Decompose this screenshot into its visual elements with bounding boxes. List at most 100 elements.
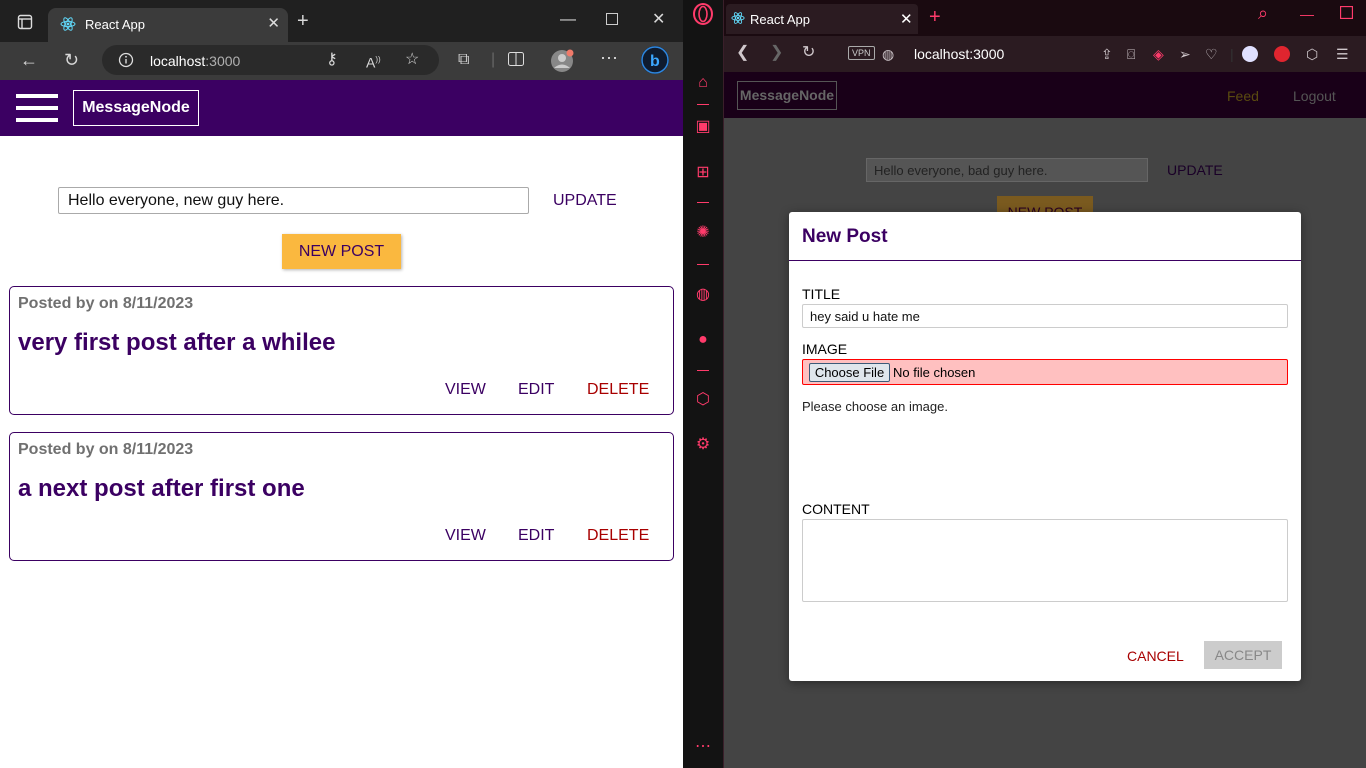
divider: | <box>1230 46 1234 62</box>
bing-icon[interactable]: b <box>640 45 670 80</box>
post-card: Posted by on 8/11/2023 a next post after… <box>9 432 674 561</box>
title-input[interactable] <box>802 304 1288 328</box>
image-file-input[interactable]: Choose File No file chosen <box>802 359 1288 385</box>
cube-icon[interactable]: ⬡ <box>693 390 713 410</box>
messenger-icon[interactable]: ◍ <box>693 285 713 305</box>
opera-logo-icon[interactable] <box>692 3 714 30</box>
split-screen-icon[interactable] <box>508 52 524 70</box>
edit-button[interactable]: EDIT <box>518 381 554 399</box>
new-tab-icon[interactable]: + <box>929 6 941 29</box>
window-close-icon[interactable]: ✕ <box>652 12 665 28</box>
content-label: CONTENT <box>802 501 870 517</box>
image-hint: Please choose an image. <box>802 399 948 414</box>
react-icon <box>731 11 745 30</box>
divider: | <box>491 51 496 68</box>
post-card: Posted by on 8/11/2023 very first post a… <box>9 286 674 415</box>
read-aloud-icon[interactable]: A)) <box>366 52 381 71</box>
view-button[interactable]: VIEW <box>445 527 486 545</box>
search-tabs-icon[interactable]: ⌕ <box>1258 3 1268 24</box>
more-icon[interactable]: ⋯ <box>693 737 713 757</box>
left-browser-window: React App ✕ + — ✕ ← ↻ localhost:3000 ⚷ A… <box>0 0 683 768</box>
right-browser-window: ⌂ ▣ ⊞ ✺ ◍ ● ⬡ ⚙ ⋯ React App ✕ + ⌕ — ✕ ❮ … <box>683 0 1366 768</box>
app-logo[interactable]: MessageNode <box>73 90 199 126</box>
minimize-icon[interactable]: — <box>1300 6 1314 22</box>
url-text[interactable]: localhost:3000 <box>914 46 1004 62</box>
status-input[interactable] <box>58 187 529 214</box>
accept-button[interactable]: ACCEPT <box>1204 641 1282 669</box>
address-bar[interactable]: localhost:3000 ⚷ A)) ☆ <box>102 45 439 75</box>
back-icon[interactable]: ❮ <box>736 45 749 61</box>
stop-extension-icon[interactable] <box>1274 46 1290 62</box>
back-icon[interactable]: ← <box>20 51 38 69</box>
new-post-button[interactable]: NEW POST <box>282 234 401 269</box>
modal-title: New Post <box>802 226 888 247</box>
chatgpt-icon[interactable]: ✺ <box>693 223 713 243</box>
edit-button[interactable]: EDIT <box>518 527 554 545</box>
extensions-icon[interactable]: ⬡ <box>1306 47 1318 61</box>
settings-icon[interactable]: ⚙ <box>693 435 713 455</box>
forward-icon[interactable]: ❯ <box>770 45 783 61</box>
easy-setup-icon[interactable]: ☰ <box>1336 47 1349 61</box>
menu-toggle-icon[interactable] <box>16 92 58 124</box>
new-tab-icon[interactable]: + <box>297 11 309 31</box>
react-icon <box>60 16 76 37</box>
favorite-icon[interactable]: ☆ <box>405 52 419 68</box>
update-status-button[interactable]: UPDATE <box>1167 162 1223 178</box>
delete-button[interactable]: DELETE <box>587 381 649 399</box>
adblock-icon[interactable] <box>1242 46 1258 62</box>
tab-title: React App <box>750 12 810 27</box>
post-meta: Posted by on 8/11/2023 <box>18 441 194 458</box>
page-viewport: MessageNode Feed Logout UPDATE NEW POST … <box>724 72 1366 768</box>
shield-icon[interactable]: ◈ <box>1153 47 1164 61</box>
delete-button[interactable]: DELETE <box>587 527 649 545</box>
share-icon[interactable]: ⇪ <box>1101 47 1113 61</box>
new-post-modal: New Post TITLE IMAGE Choose File No file… <box>789 212 1301 681</box>
gx-corner-icon[interactable]: ⊞ <box>693 163 713 183</box>
svg-text:b: b <box>650 53 660 70</box>
tab-actions-icon[interactable] <box>17 14 33 34</box>
more-icon[interactable]: ⋯ <box>600 49 618 67</box>
post-meta: Posted by on 8/11/2023 <box>18 295 194 312</box>
choose-file-button[interactable]: Choose File <box>809 363 890 382</box>
nav-feed-link[interactable]: Feed <box>1227 88 1259 104</box>
vpn-badge[interactable]: VPN <box>848 46 875 60</box>
browser-tab[interactable]: React App ✕ <box>48 8 288 42</box>
close-icon[interactable]: ✕ <box>900 10 913 28</box>
cancel-button[interactable]: CANCEL <box>1127 648 1184 664</box>
sidebar-separator <box>697 370 709 371</box>
content-textarea[interactable] <box>802 519 1288 602</box>
tab-title: React App <box>85 17 145 32</box>
image-label: IMAGE <box>802 341 848 357</box>
browser-sidebar: ⌂ ▣ ⊞ ✺ ◍ ● ⬡ ⚙ ⋯ <box>683 0 724 768</box>
twitch-icon[interactable]: ▣ <box>693 117 713 137</box>
info-icon[interactable] <box>118 52 134 73</box>
status-input[interactable] <box>866 158 1148 182</box>
extensions-icon[interactable]: ⧉ <box>458 52 469 68</box>
browser-toolbar: ← ↻ localhost:3000 ⚷ A)) ☆ ⧉ | ⋯ b <box>0 42 683 80</box>
maximize-icon[interactable] <box>1339 5 1354 24</box>
send-icon[interactable]: ➢ <box>1179 47 1191 61</box>
twitter-icon[interactable]: ● <box>693 330 713 350</box>
url-text: localhost:3000 <box>150 53 241 69</box>
browser-tab[interactable]: React App ✕ <box>726 4 918 34</box>
globe-icon: ◍ <box>882 46 895 62</box>
minimize-icon[interactable]: — <box>560 12 576 28</box>
heart-icon[interactable]: ♡ <box>1205 47 1218 61</box>
view-button[interactable]: VIEW <box>445 381 486 399</box>
snapshot-icon[interactable]: ⌼ <box>1127 47 1135 61</box>
file-status-text: No file chosen <box>893 365 976 380</box>
app-navbar: MessageNode <box>0 80 683 136</box>
key-icon[interactable]: ⚷ <box>326 52 338 68</box>
refresh-icon[interactable]: ↻ <box>802 45 815 61</box>
profile-icon[interactable] <box>551 49 575 78</box>
title-label: TITLE <box>802 286 841 302</box>
nav-logout-link[interactable]: Logout <box>1293 88 1336 104</box>
title-bar: React App ✕ + — ✕ <box>0 0 683 42</box>
app-logo[interactable]: MessageNode <box>737 81 837 110</box>
gx-control-icon[interactable]: ⌂ <box>693 73 713 93</box>
refresh-icon[interactable]: ↻ <box>64 51 79 69</box>
maximize-icon[interactable] <box>606 13 618 29</box>
close-icon[interactable]: ✕ <box>267 14 280 32</box>
browser-toolbar: ❮ ❯ ↻ VPN ◍ localhost:3000 ⇪ ⌼ ◈ ➢ ♡ | ⬡… <box>724 36 1366 72</box>
update-status-button[interactable]: UPDATE <box>553 192 617 210</box>
